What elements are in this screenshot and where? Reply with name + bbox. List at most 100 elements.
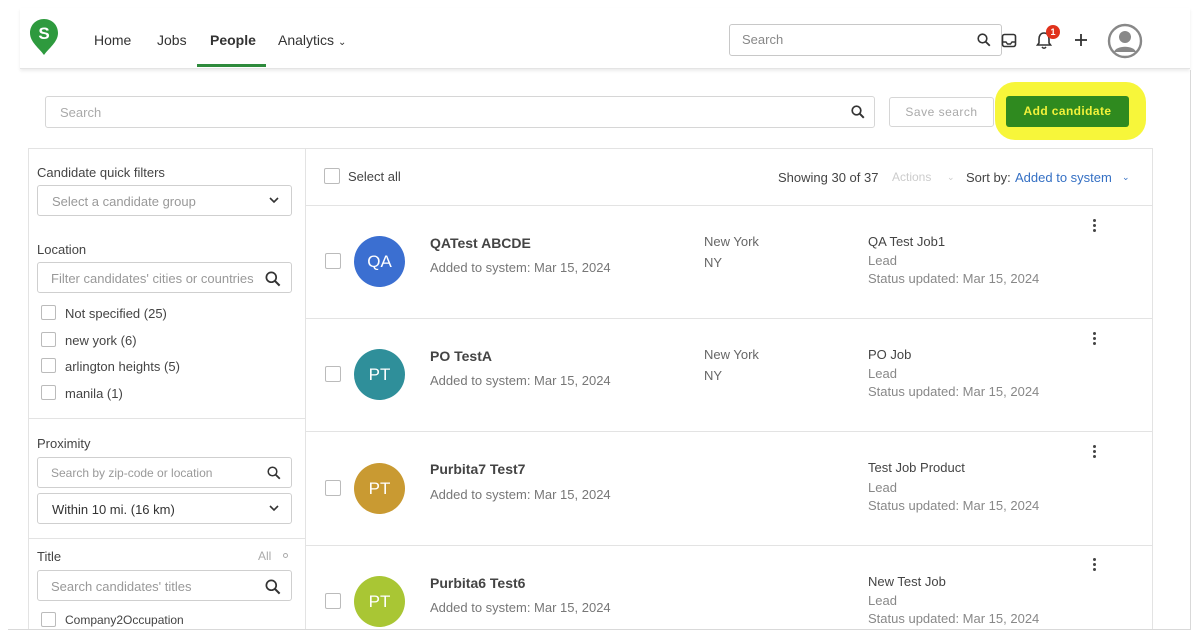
candidate-checkbox[interactable] [325, 480, 341, 496]
candidate-job[interactable]: Test Job Product [868, 460, 965, 475]
location-option-label: arlington heights (5) [65, 359, 180, 374]
candidate-added-date: Added to system: Mar 15, 2024 [430, 487, 611, 502]
more-vertical-icon[interactable] [1089, 558, 1099, 574]
svg-text:S: S [38, 24, 49, 43]
location-checkbox[interactable] [41, 332, 56, 347]
divider [28, 148, 1152, 149]
search-icon[interactable] [851, 105, 865, 119]
settings-dot-icon [283, 553, 288, 558]
sort-label: Sort by: [966, 170, 1011, 185]
plus-icon[interactable] [1074, 33, 1088, 47]
location-option-label: new york (6) [65, 333, 137, 348]
nav-analytics[interactable]: Analytics ⌄ [278, 32, 346, 48]
divider [305, 205, 1152, 206]
notification-badge: 1 [1046, 25, 1060, 39]
divider [305, 431, 1152, 432]
active-tab-indicator [197, 64, 266, 67]
divider [305, 318, 1152, 319]
divider [28, 538, 305, 539]
add-candidate-button[interactable]: Add candidate [1006, 96, 1129, 127]
candidate-city: New York [704, 347, 759, 362]
proximity-radius-select[interactable]: Within 10 mi. (16 km) [37, 493, 292, 524]
candidate-search [45, 96, 875, 128]
divider [28, 148, 29, 629]
candidate-name[interactable]: Purbita7 Test7 [430, 461, 525, 477]
top-nav: S Home Jobs People Analytics⌄ 1 [20, 8, 1190, 69]
candidate-avatar[interactable]: PT [354, 576, 405, 627]
candidate-name[interactable]: QATest ABCDE [430, 235, 531, 251]
candidate-status: Status updated: Mar 15, 2024 [868, 611, 1040, 626]
sort-dropdown[interactable]: Added to system [1015, 170, 1112, 185]
location-option-label: manila (1) [65, 386, 123, 401]
location-title: Location [37, 242, 87, 257]
select-all-checkbox[interactable] [324, 168, 340, 184]
more-vertical-icon[interactable] [1089, 332, 1099, 348]
divider [305, 545, 1152, 546]
candidate-city: New York [704, 234, 759, 249]
chevron-down-icon: ⌄ [947, 172, 955, 182]
candidate-job[interactable]: PO Job [868, 347, 911, 362]
candidate-group-select[interactable]: Select a candidate group [37, 185, 292, 216]
title-checkbox[interactable] [41, 612, 56, 627]
candidate-avatar[interactable]: QA [354, 236, 405, 287]
global-search [729, 24, 1002, 56]
candidate-checkbox[interactable] [325, 593, 341, 609]
candidate-job[interactable]: QA Test Job1 [868, 234, 945, 249]
global-search-input[interactable] [742, 32, 962, 47]
nav-home[interactable]: Home [94, 32, 131, 48]
search-icon[interactable] [265, 579, 281, 595]
proximity-search [37, 457, 292, 488]
select-all-label: Select all [348, 169, 401, 184]
chevron-down-icon [269, 197, 279, 204]
search-icon[interactable] [267, 466, 281, 480]
quick-filters-title: Candidate quick filters [37, 165, 165, 180]
title-filter-input[interactable] [51, 579, 256, 594]
proximity-radius-value: Within 10 mi. (16 km) [52, 502, 175, 517]
candidate-stage: Lead [868, 593, 897, 608]
candidate-stage: Lead [868, 366, 897, 381]
inbox-icon[interactable] [1001, 33, 1017, 48]
proximity-search-input[interactable] [51, 466, 256, 480]
location-checkbox[interactable] [41, 385, 56, 400]
title-option-label: Company2Occupation [65, 613, 184, 627]
chevron-down-icon: ⌄ [338, 37, 347, 48]
nav-analytics-label: Analytics [278, 32, 335, 48]
search-icon[interactable] [265, 271, 281, 287]
chevron-down-icon: ⌄ [1122, 172, 1130, 182]
candidate-added-date: Added to system: Mar 15, 2024 [430, 373, 611, 388]
candidate-checkbox[interactable] [325, 366, 341, 382]
chevron-down-icon [269, 505, 279, 512]
candidate-avatar[interactable]: PT [354, 463, 405, 514]
location-checkbox[interactable] [41, 305, 56, 320]
candidate-search-input[interactable] [60, 105, 840, 120]
avatar-icon[interactable] [1107, 23, 1143, 59]
candidate-added-date: Added to system: Mar 15, 2024 [430, 600, 611, 615]
title-all-toggle[interactable]: All [258, 549, 271, 563]
more-vertical-icon[interactable] [1089, 219, 1099, 235]
candidate-name[interactable]: Purbita6 Test6 [430, 575, 525, 591]
title-filter-title: Title [37, 549, 62, 564]
nav-people[interactable]: People [210, 32, 256, 48]
candidate-avatar[interactable]: PT [354, 349, 405, 400]
save-search-button[interactable]: Save search [889, 97, 994, 127]
nav-jobs[interactable]: Jobs [157, 32, 187, 48]
candidate-status: Status updated: Mar 15, 2024 [868, 498, 1040, 513]
candidate-job[interactable]: New Test Job [868, 574, 946, 589]
actions-dropdown[interactable]: Actions [892, 170, 931, 184]
candidate-state: NY [704, 255, 723, 270]
logo-icon[interactable]: S [29, 18, 59, 56]
frame-edge [8, 629, 1190, 630]
candidate-name[interactable]: PO TestA [430, 348, 492, 364]
candidate-stage: Lead [868, 253, 897, 268]
location-checkbox[interactable] [41, 358, 56, 373]
divider [1152, 148, 1153, 629]
location-filter-input[interactable] [51, 271, 261, 286]
candidate-state: NY [704, 368, 723, 383]
result-count: Showing 30 of 37 [778, 170, 879, 185]
candidate-checkbox[interactable] [325, 253, 341, 269]
location-filter [37, 262, 292, 293]
search-icon[interactable] [977, 33, 991, 47]
divider [28, 418, 305, 419]
candidate-stage: Lead [868, 480, 897, 495]
more-vertical-icon[interactable] [1089, 445, 1099, 461]
